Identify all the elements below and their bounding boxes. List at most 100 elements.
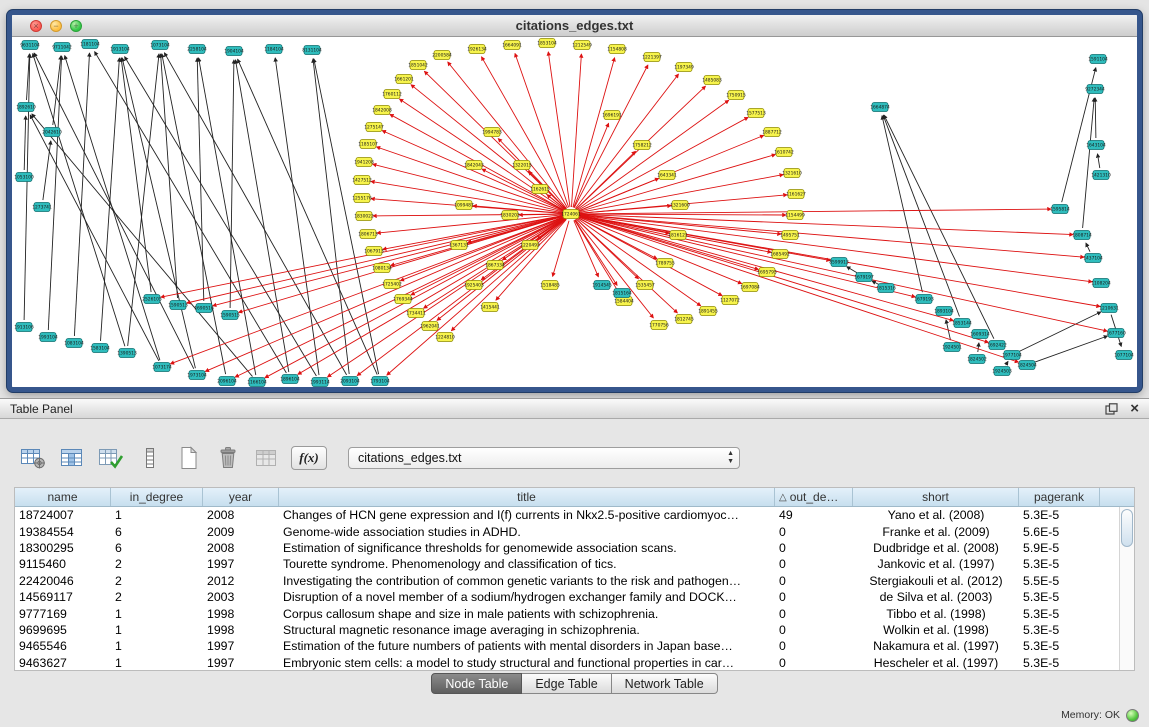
minimize-button[interactable]: − [50, 20, 62, 32]
graph-node[interactable]: 1181104 [80, 40, 100, 49]
table-row[interactable]: 1872400712008Changes of HCN gene express… [15, 507, 1118, 523]
graph-node[interactable]: 1924501 [942, 343, 962, 352]
graph-node[interactable]: 1367131 [449, 241, 469, 250]
table-cell-out_degree[interactable]: 49 [775, 507, 853, 523]
table-cell-pagerank[interactable]: 5.3E-5 [1019, 589, 1100, 605]
network-canvas[interactable]: 1724061185104216612011760112184200812751… [12, 37, 1137, 387]
graph-node[interactable]: 1322015 [512, 161, 532, 170]
table-row[interactable]: 946362711997Embryonic stem cells: a mode… [15, 655, 1118, 671]
table-cell-title[interactable]: Tourette syndrome. Phenomenology and cla… [279, 556, 775, 572]
graph-node[interactable]: 1925403 [464, 281, 484, 290]
graph-node[interactable]: 1896104 [280, 375, 300, 384]
table-cell-short[interactable]: Yano et al. (2008) [853, 507, 1019, 523]
table-cell-out_degree[interactable]: 0 [775, 589, 853, 605]
column-header-out_degree[interactable]: △out_de… [775, 488, 853, 506]
graph-node[interactable]: 1321600 [670, 201, 690, 210]
graph-node[interactable]: 1993104 [38, 333, 58, 342]
table-row[interactable]: 911546021997Tourette syndrome. Phenomeno… [15, 556, 1118, 572]
graph-node[interactable]: 1518485 [540, 281, 560, 290]
network-graph-area[interactable]: 1724061185104216612011760112184200812751… [12, 37, 1137, 387]
table-cell-in_degree[interactable]: 6 [111, 523, 203, 539]
graph-node[interactable]: 1210631 [1099, 304, 1119, 313]
table-cell-year[interactable]: 2008 [203, 507, 279, 523]
graph-node[interactable]: 1495751 [780, 231, 800, 240]
graph-node[interactable]: 1664091 [502, 41, 522, 50]
graph-node[interactable]: 1590515 [220, 311, 240, 320]
graph-node[interactable]: 1830202 [500, 211, 520, 220]
graph-node[interactable]: 1321610 [782, 169, 802, 178]
graph-node[interactable]: 1808714 [1072, 231, 1092, 240]
table-cell-year[interactable]: 2008 [203, 540, 279, 556]
graph-node[interactable]: 1734411 [406, 309, 426, 318]
table-cell-name[interactable]: 22420046 [15, 573, 111, 589]
graph-node[interactable]: 1769344 [393, 295, 413, 304]
table-cell-pagerank[interactable]: 5.3E-5 [1019, 605, 1100, 621]
create-table-button[interactable] [174, 445, 204, 471]
graph-node[interactable]: 1053100 [14, 173, 34, 182]
graph-node[interactable]: 1973104 [187, 371, 207, 380]
column-header-pagerank[interactable]: pagerank [1019, 488, 1100, 506]
graph-node[interactable]: 1161627 [786, 190, 806, 199]
table-cell-name[interactable]: 9699695 [15, 622, 111, 638]
graph-node[interactable]: 1427512 [352, 176, 372, 185]
column-header-name[interactable]: name [15, 488, 111, 506]
graph-node[interactable]: 1842008 [372, 106, 392, 115]
graph-node[interactable]: 1185107 [358, 140, 378, 149]
graph-node[interactable]: 1913106 [14, 323, 34, 332]
graph-node[interactable]: 1099487 [454, 201, 474, 210]
table-cell-title[interactable]: Disruption of a novel member of a sodium… [279, 589, 775, 605]
graph-node[interactable]: 1887712 [762, 128, 782, 137]
table-selector-combobox[interactable]: citations_edges.txt ▲▼ [348, 447, 740, 469]
table-cell-out_degree[interactable]: 0 [775, 540, 853, 556]
graph-node[interactable]: 9711042 [52, 43, 72, 52]
table-cell-short[interactable]: Wolkin et al. (1998) [853, 622, 1019, 638]
graph-node[interactable]: 9631104 [20, 41, 40, 50]
graph-node[interactable]: 1793104 [370, 377, 390, 386]
graph-node[interactable]: 1893104 [934, 307, 954, 316]
table-cell-pagerank[interactable]: 5.5E-5 [1019, 573, 1100, 589]
graph-node[interactable]: 1724061 [561, 210, 581, 219]
table-cell-year[interactable]: 1998 [203, 622, 279, 638]
table-scrollbar[interactable] [1119, 507, 1134, 670]
graph-node[interactable]: 1941208 [354, 158, 374, 167]
table-cell-name[interactable]: 9465546 [15, 638, 111, 654]
graph-node[interactable]: 1904104 [224, 47, 244, 56]
graph-node[interactable]: 1220493 [520, 241, 540, 250]
graph-node[interactable]: 1695795 [757, 268, 777, 277]
export-table-button[interactable] [96, 445, 126, 471]
close-panel-button[interactable]: × [1130, 402, 1139, 416]
graph-node[interactable]: 1390513 [117, 349, 137, 358]
table-cell-title[interactable]: Corpus callosum shape and size in male p… [279, 605, 775, 621]
table-cell-name[interactable]: 14569117 [15, 589, 111, 605]
network-view-window[interactable]: × − + citations_edges.txt 17240611851042… [7, 10, 1142, 392]
table-cell-out_degree[interactable]: 0 [775, 523, 853, 539]
graph-node[interactable]: 1590513 [168, 301, 188, 310]
graph-node[interactable]: 2200584 [432, 51, 452, 60]
row-options-button[interactable] [135, 445, 165, 471]
graph-node[interactable]: 1421310 [1091, 171, 1111, 180]
delete-table-button[interactable] [213, 445, 243, 471]
import-table-button[interactable] [252, 445, 282, 471]
graph-node[interactable]: 1273741 [32, 203, 52, 212]
graph-node[interactable]: 1677160 [1106, 329, 1126, 338]
graph-node[interactable]: 1926134 [467, 45, 487, 54]
table-cell-year[interactable]: 2012 [203, 573, 279, 589]
graph-node[interactable]: 1073174 [152, 363, 172, 372]
table-cell-name[interactable]: 9115460 [15, 556, 111, 572]
table-cell-name[interactable]: 9777169 [15, 605, 111, 621]
table-row[interactable]: 2242004622012Investigating the contribut… [15, 573, 1118, 589]
graph-node[interactable]: 1275147 [364, 123, 384, 132]
graph-node[interactable]: 1812745 [674, 315, 694, 324]
graph-node[interactable]: 1913104 [110, 45, 130, 54]
table-cell-short[interactable]: Dudbridge et al. (2008) [853, 540, 1019, 556]
graph-node[interactable]: 1692422 [987, 341, 1007, 350]
graph-node[interactable]: 1212549 [572, 41, 592, 50]
graph-node[interactable]: 1643341 [657, 171, 677, 180]
table-cell-pagerank[interactable]: 5.3E-5 [1019, 507, 1100, 523]
table-cell-short[interactable]: Jankovic et al. (1997) [853, 556, 1019, 572]
graph-node[interactable]: 1577513 [746, 109, 766, 118]
close-button[interactable]: × [30, 20, 42, 32]
table-cell-pagerank[interactable]: 5.6E-5 [1019, 523, 1100, 539]
table-cell-name[interactable]: 19384554 [15, 523, 111, 539]
graph-node[interactable]: 1914545 [592, 281, 612, 290]
